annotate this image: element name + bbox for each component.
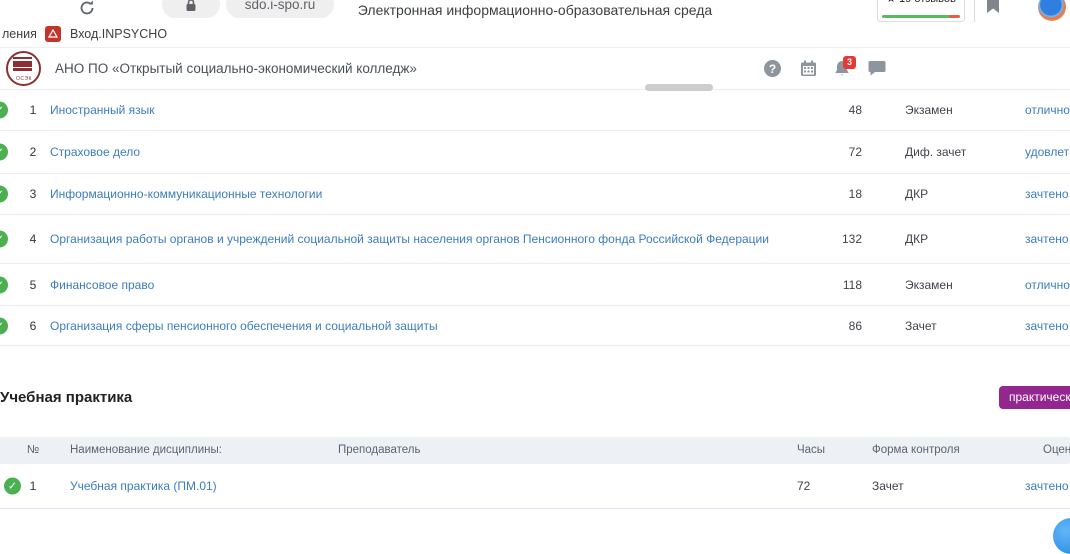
bookmark-favicon xyxy=(45,26,61,42)
table-row: ✓ 5 Финансовое право 118 Экзамен отлично xyxy=(0,264,1070,306)
practice-table: № Наименование дисциплины: Преподаватель… xyxy=(0,437,1070,509)
practice-section-header: Учебная практика практическое xyxy=(0,386,1070,414)
status-check-icon: ✓ xyxy=(0,186,8,203)
col-hours: Часы xyxy=(797,437,825,464)
bookmark-icon[interactable] xyxy=(986,0,1000,19)
notification-count-badge: 3 xyxy=(843,56,856,69)
chat-icon[interactable] xyxy=(868,60,886,81)
college-logo-emblem xyxy=(13,57,32,71)
college-logo[interactable]: ОСЭК xyxy=(6,51,41,86)
table-row: ✓ 4 Организация работы органов и учрежде… xyxy=(0,215,1070,264)
discipline-link[interactable]: Учебная практика (ПМ.01) xyxy=(70,479,217,493)
control-form: ДКР xyxy=(905,187,928,201)
hours-value: 18 xyxy=(828,187,862,201)
row-number: 4 xyxy=(24,232,42,246)
control-form: Зачет xyxy=(872,479,904,493)
control-form: Экзамен xyxy=(905,278,953,292)
status-check-icon: ✓ xyxy=(0,276,8,293)
status-check-icon: ✓ xyxy=(0,144,8,161)
row-number: 3 xyxy=(24,187,42,201)
practice-type-badge: практическое xyxy=(999,386,1070,409)
grade-link[interactable]: отлично xyxy=(1025,278,1070,292)
practice-table-header: № Наименование дисциплины: Преподаватель… xyxy=(0,437,1070,464)
reviews-extension-button[interactable]: ★ 19 отзывов xyxy=(877,0,965,22)
toolbar-divider xyxy=(974,0,975,22)
row-number: 1 xyxy=(24,479,42,493)
control-form: Диф. зачет xyxy=(905,145,966,159)
section-title: Учебная практика xyxy=(0,389,132,406)
status-check-icon: ✓ xyxy=(0,231,8,248)
help-icon[interactable]: ? xyxy=(764,60,781,77)
discipline-link[interactable]: Финансовое право xyxy=(50,276,810,294)
table-row: ✓ 1 Иностранный язык 48 Экзамен отлично xyxy=(0,90,1070,131)
table-row: ✓ 1 Учебная практика (ПМ.01) 72 Зачет за… xyxy=(0,464,1070,509)
hours-value: 86 xyxy=(828,319,862,333)
discipline-link[interactable]: Иностранный язык xyxy=(50,101,810,119)
discipline-link[interactable]: Страховое дело xyxy=(50,143,810,161)
col-grade: Оценка xyxy=(1043,437,1070,464)
table-row: ✓ 6 Организация сферы пенсионного обеспе… xyxy=(0,306,1070,346)
control-form: Зачет xyxy=(905,319,937,333)
row-number: 5 xyxy=(24,278,42,292)
browser-chrome: sdo.i-spo.ru Электронная информационно-о… xyxy=(0,0,1070,22)
bookmark-item-inpsycho[interactable]: Вход.INPSYCHO xyxy=(70,27,167,41)
discipline-link[interactable]: Организация сферы пенсионного обеспечени… xyxy=(50,317,810,335)
status-check-icon: ✓ xyxy=(0,317,8,334)
site-header: ОСЭК АНО ПО «Открытый социально-экономич… xyxy=(0,48,1070,90)
grade-link[interactable]: удовлетворительно xyxy=(1025,145,1070,159)
hours-value: 48 xyxy=(828,103,862,117)
grade-link[interactable]: зачтено xyxy=(1025,319,1069,333)
grade-link[interactable]: зачтено xyxy=(1025,479,1069,493)
table-row: ✓ 2 Страховое дело 72 Диф. зачет удовлет… xyxy=(0,131,1070,174)
status-check-icon: ✓ xyxy=(4,478,21,495)
college-name: АНО ПО «Открытый социально-экономический… xyxy=(55,61,417,76)
calendar-icon[interactable] xyxy=(800,60,817,82)
status-check-icon: ✓ xyxy=(0,102,8,119)
control-form: Экзамен xyxy=(905,103,953,117)
discipline-link[interactable]: Информационно-коммуникационные технологи… xyxy=(50,185,810,203)
row-number: 2 xyxy=(24,145,42,159)
control-form: ДКР xyxy=(905,232,928,246)
reviews-rating-bar xyxy=(882,15,960,18)
grade-link[interactable]: зачтено xyxy=(1025,232,1069,246)
table-row: ✓ 3 Информационно-коммуникационные техно… xyxy=(0,174,1070,215)
col-discipline: Наименование дисциплины: xyxy=(70,437,222,464)
row-number: 1 xyxy=(24,103,42,117)
support-chat-fab[interactable] xyxy=(1053,518,1070,554)
notifications-bell-icon[interactable]: 3 xyxy=(834,60,850,82)
bookmarks-bar: ления Вход.INPSYCHO xyxy=(0,22,1070,48)
row-number: 6 xyxy=(24,319,42,333)
grades-table: ✓ 1 Иностранный язык 48 Экзамен отлично … xyxy=(0,90,1070,346)
col-teacher: Преподаватель xyxy=(338,437,421,464)
hours-value: 72 xyxy=(797,479,810,493)
hours-value: 118 xyxy=(828,278,862,292)
reviews-label: ★ 19 отзывов xyxy=(878,0,964,5)
hours-value: 72 xyxy=(828,145,862,159)
discipline-link[interactable]: Организация работы органов и учреждений … xyxy=(50,230,810,248)
grade-link[interactable]: зачтено xyxy=(1025,187,1069,201)
hours-value: 132 xyxy=(828,232,862,246)
grade-link[interactable]: отлично xyxy=(1025,103,1070,117)
col-control: Форма контроля xyxy=(872,437,960,464)
bookmark-item-cut[interactable]: ления xyxy=(2,27,37,41)
college-logo-caption: ОСЭК xyxy=(16,76,32,82)
col-number: № xyxy=(24,437,42,464)
